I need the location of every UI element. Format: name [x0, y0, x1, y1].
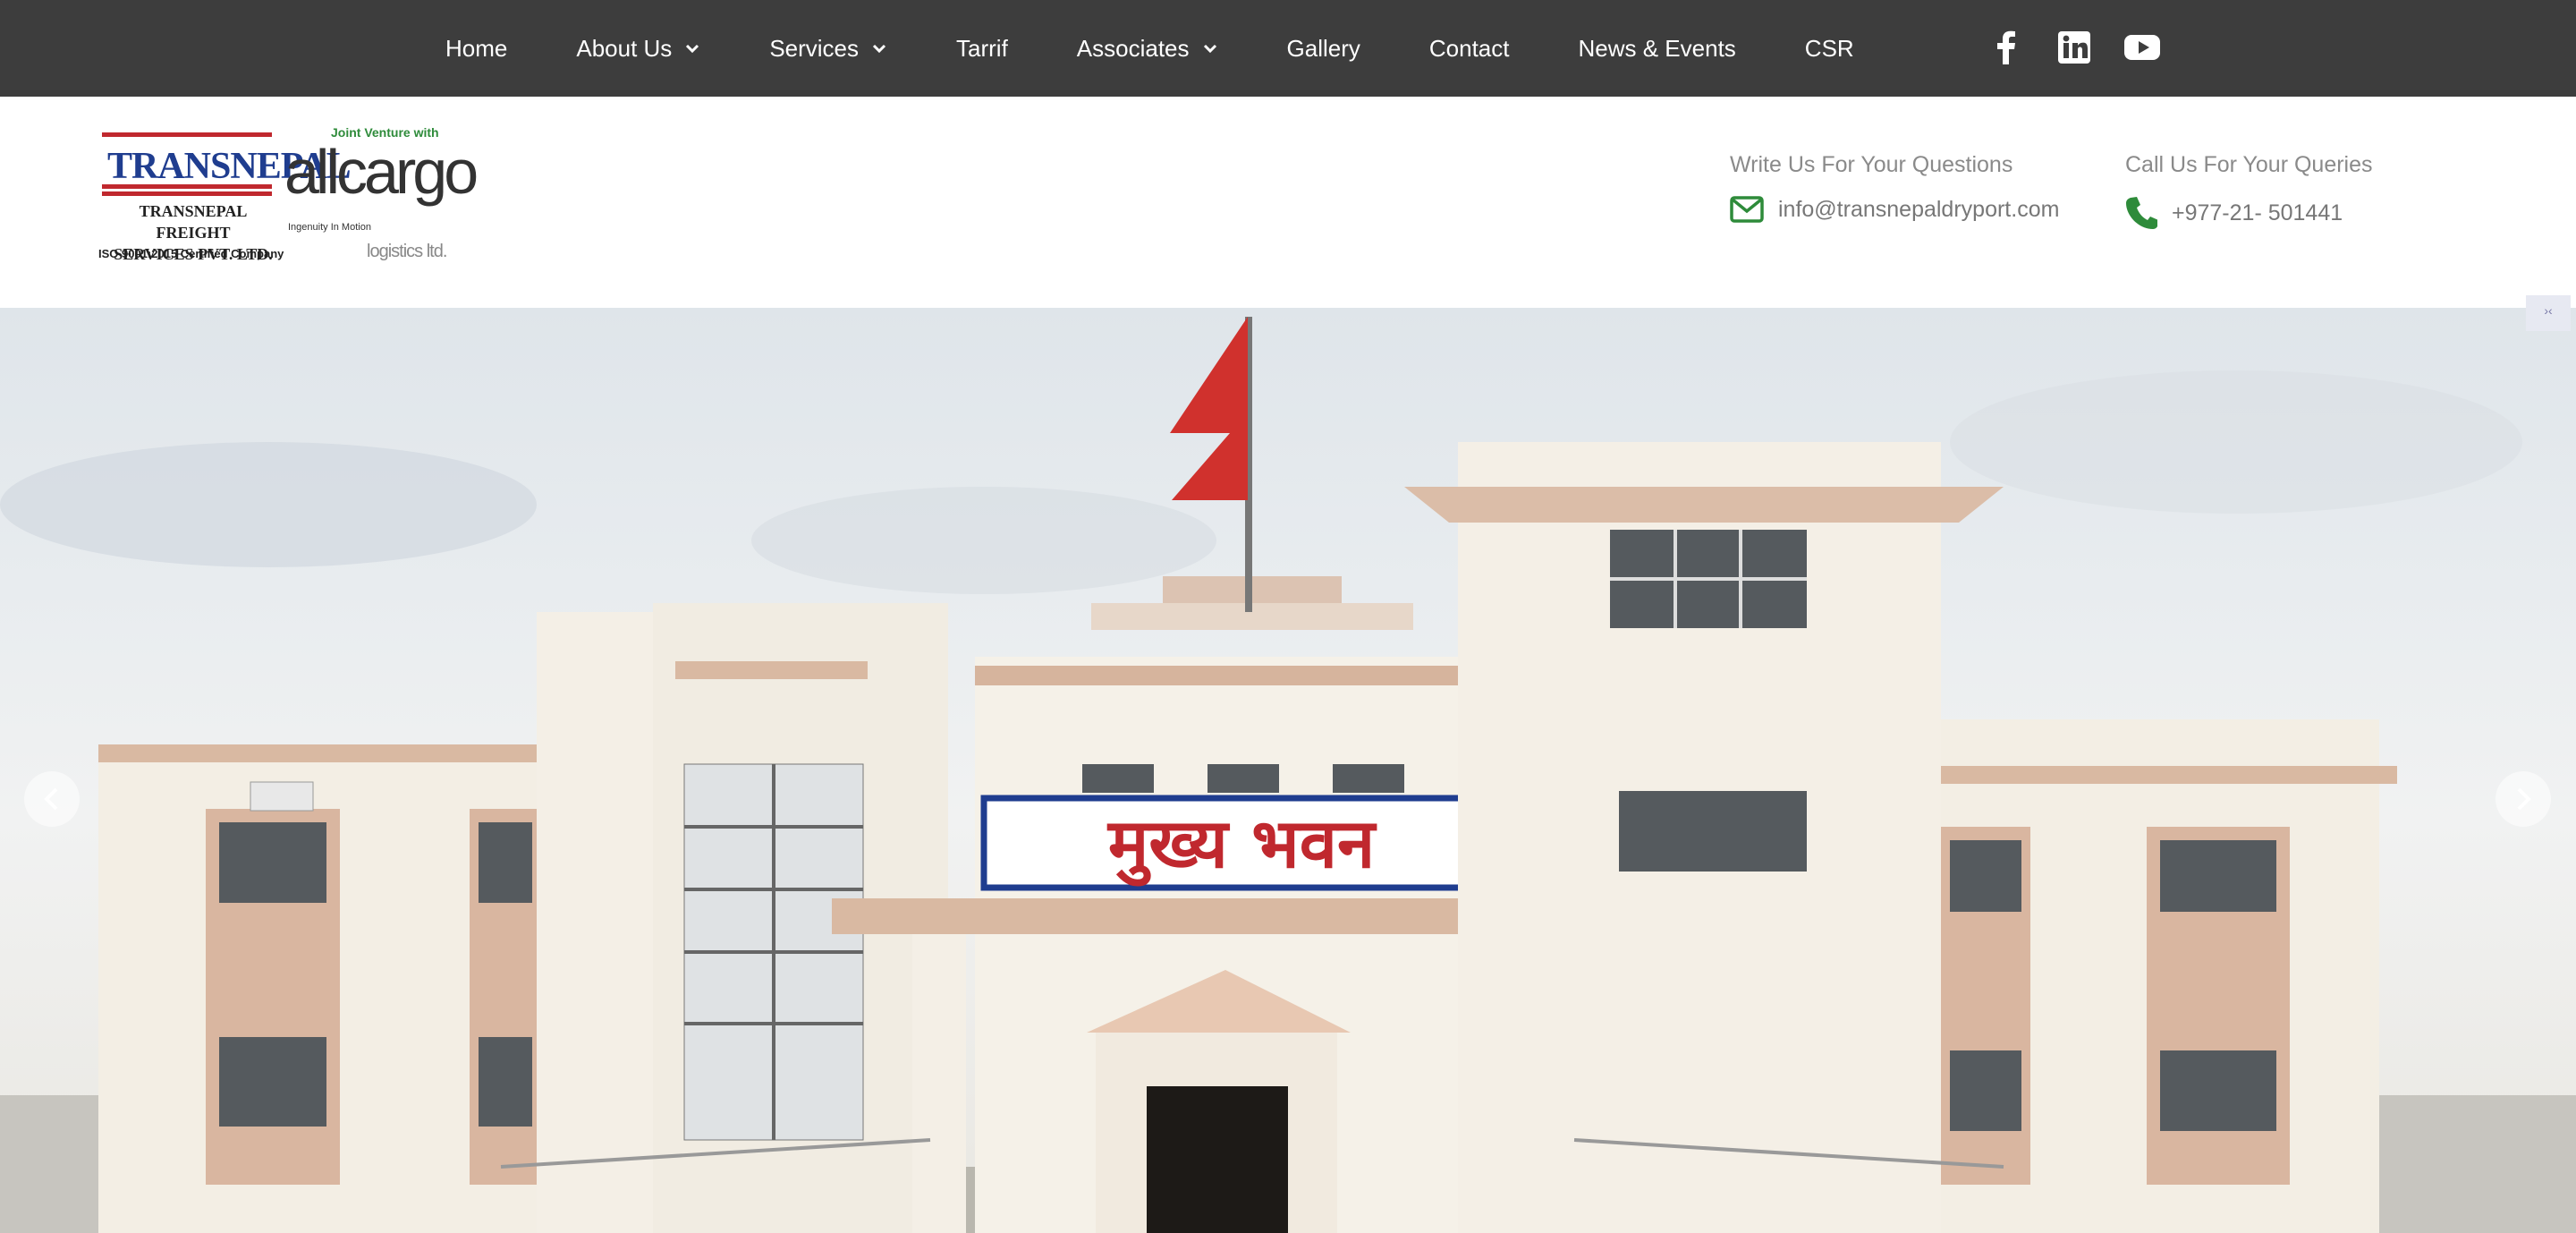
main-nav: Home About Us Services Tarrif Associates Gall…	[445, 0, 1854, 97]
nav-item-associates[interactable]: Associates	[1077, 35, 1218, 63]
email-label: Write Us For Your Questions	[1730, 152, 2013, 177]
phone-link[interactable]: +977-21- 501441	[2172, 200, 2343, 226]
nav-item-label: Tarrif	[956, 34, 1008, 62]
chevron-down-icon	[1203, 44, 1216, 54]
chevron-left-icon	[44, 787, 58, 811]
allcargo-tagline: Ingenuity In Motion	[288, 222, 371, 233]
linkedin-icon[interactable]	[2055, 29, 2093, 66]
allcargo-logo: allcargo	[284, 137, 479, 207]
nav-item-label: About Us	[576, 34, 673, 62]
site-header: TRANSNEPAL TRANSNEPAL FREIGHT SERVICES P…	[0, 97, 2576, 308]
slider-prev-button[interactable]	[24, 771, 80, 827]
nav-item-services[interactable]: Services	[769, 35, 887, 63]
sign-text: मुख्य भवन	[1106, 804, 1377, 887]
nav-item-label: CSR	[1804, 34, 1854, 62]
iso-certification: ISO 9001:2015 Certified Company	[98, 247, 284, 260]
chevron-down-icon	[686, 44, 699, 54]
email-contact: Write Us For Your Questions info@transne…	[1730, 152, 2059, 223]
nav-item-home[interactable]: Home	[445, 35, 507, 63]
nav-item-news-events[interactable]: News & Events	[1579, 35, 1736, 63]
nav-item-label: Contact	[1428, 34, 1510, 62]
nav-item-tarrif[interactable]: Tarrif	[956, 35, 1008, 63]
nav-item-label: News & Events	[1578, 34, 1736, 62]
collapse-toggle[interactable]: ›‹	[2526, 295, 2571, 331]
nav-item-label: Associates	[1076, 34, 1190, 62]
phone-icon	[2126, 197, 2157, 229]
logo-company-line1: TRANSNEPAL FREIGHT	[139, 202, 248, 242]
nav-item-label: Gallery	[1286, 34, 1360, 62]
hero-slider: मुख्य भवन	[0, 308, 2576, 1233]
envelope-icon	[1730, 196, 1764, 223]
company-logo[interactable]: TRANSNEPAL TRANSNEPAL FREIGHT SERVICES P…	[97, 125, 479, 268]
nav-item-label: Home	[445, 34, 508, 62]
nav-item-contact[interactable]: Contact	[1429, 35, 1510, 63]
nav-item-gallery[interactable]: Gallery	[1287, 35, 1360, 63]
top-navbar: Home About Us Services Tarrif Associates Gall…	[0, 0, 2576, 97]
nav-item-csr[interactable]: CSR	[1805, 35, 1854, 63]
facebook-icon[interactable]	[1987, 29, 2025, 66]
allcargo-suffix: logistics ltd.	[367, 242, 447, 261]
nav-item-about-us[interactable]: About Us	[576, 35, 700, 63]
email-link[interactable]: info@transnepaldryport.com	[1778, 197, 2059, 223]
chevron-right-icon	[2517, 787, 2531, 811]
youtube-icon[interactable]	[2123, 29, 2161, 66]
chevron-down-icon	[872, 44, 886, 54]
phone-contact: Call Us For Your Queries +977-21- 501441	[2125, 152, 2373, 230]
slider-next-button[interactable]	[2496, 771, 2551, 827]
social-links	[1987, 29, 2161, 66]
transnepal-logo: TRANSNEPAL	[102, 132, 352, 197]
nav-item-label: Services	[769, 34, 860, 62]
phone-label: Call Us For Your Queries	[2125, 152, 2373, 177]
hero-image: मुख्य भवन	[0, 317, 2576, 1233]
